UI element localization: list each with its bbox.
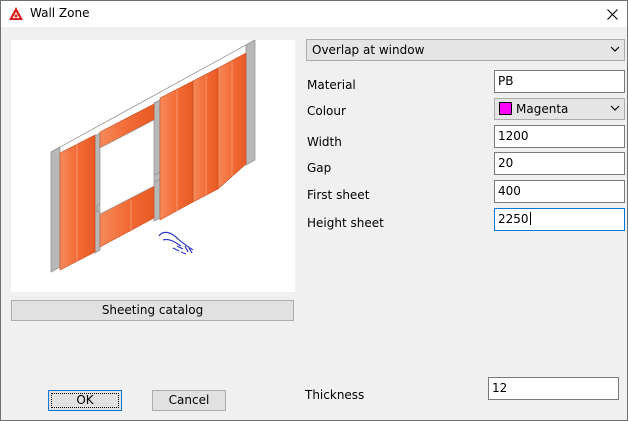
text-caret <box>529 212 531 225</box>
height-sheet-label: Height sheet <box>307 216 384 230</box>
wall-zone-dialog: Wall Zone Sheeting catalog Overlap at wi… <box>0 0 628 421</box>
thickness-label: Thickness <box>305 388 365 402</box>
sheeting-catalog-label: Sheeting catalog <box>101 303 204 317</box>
material-field[interactable]: PB <box>494 70 625 93</box>
ok-button[interactable]: OK <box>48 390 122 411</box>
cancel-button[interactable]: Cancel <box>152 390 226 411</box>
height-sheet-field[interactable]: 2250 <box>494 208 625 231</box>
colour-swatch <box>499 102 512 115</box>
cancel-label: Cancel <box>168 393 210 407</box>
wall-preview-image <box>11 39 295 292</box>
app-logo-icon <box>9 7 23 20</box>
width-label: Width <box>307 135 342 149</box>
first-sheet-label: First sheet <box>307 188 370 202</box>
thickness-field[interactable]: 12 <box>488 377 619 400</box>
colour-dropdown[interactable]: Magenta <box>494 98 625 120</box>
ok-label: OK <box>76 393 94 407</box>
overlap-dropdown-value: Overlap at window <box>312 43 425 57</box>
colour-label: Colour <box>307 104 346 118</box>
material-label: Material <box>307 78 356 92</box>
first-sheet-field[interactable]: 400 <box>494 180 625 203</box>
colour-dropdown-value: Magenta <box>516 102 569 116</box>
overlap-dropdown[interactable]: Overlap at window <box>306 39 625 61</box>
chevron-down-icon <box>610 105 620 111</box>
gap-label: Gap <box>307 161 332 175</box>
sheeting-catalog-button[interactable]: Sheeting catalog <box>11 300 294 321</box>
width-field[interactable]: 1200 <box>494 125 625 148</box>
close-icon <box>606 8 618 20</box>
close-button[interactable] <box>597 1 627 27</box>
gap-field[interactable]: 20 <box>494 152 625 175</box>
height-sheet-value: 2250 <box>498 212 529 226</box>
window-title: Wall Zone <box>30 6 90 20</box>
chevron-down-icon <box>610 46 620 52</box>
title-bar: Wall Zone <box>1 1 627 27</box>
